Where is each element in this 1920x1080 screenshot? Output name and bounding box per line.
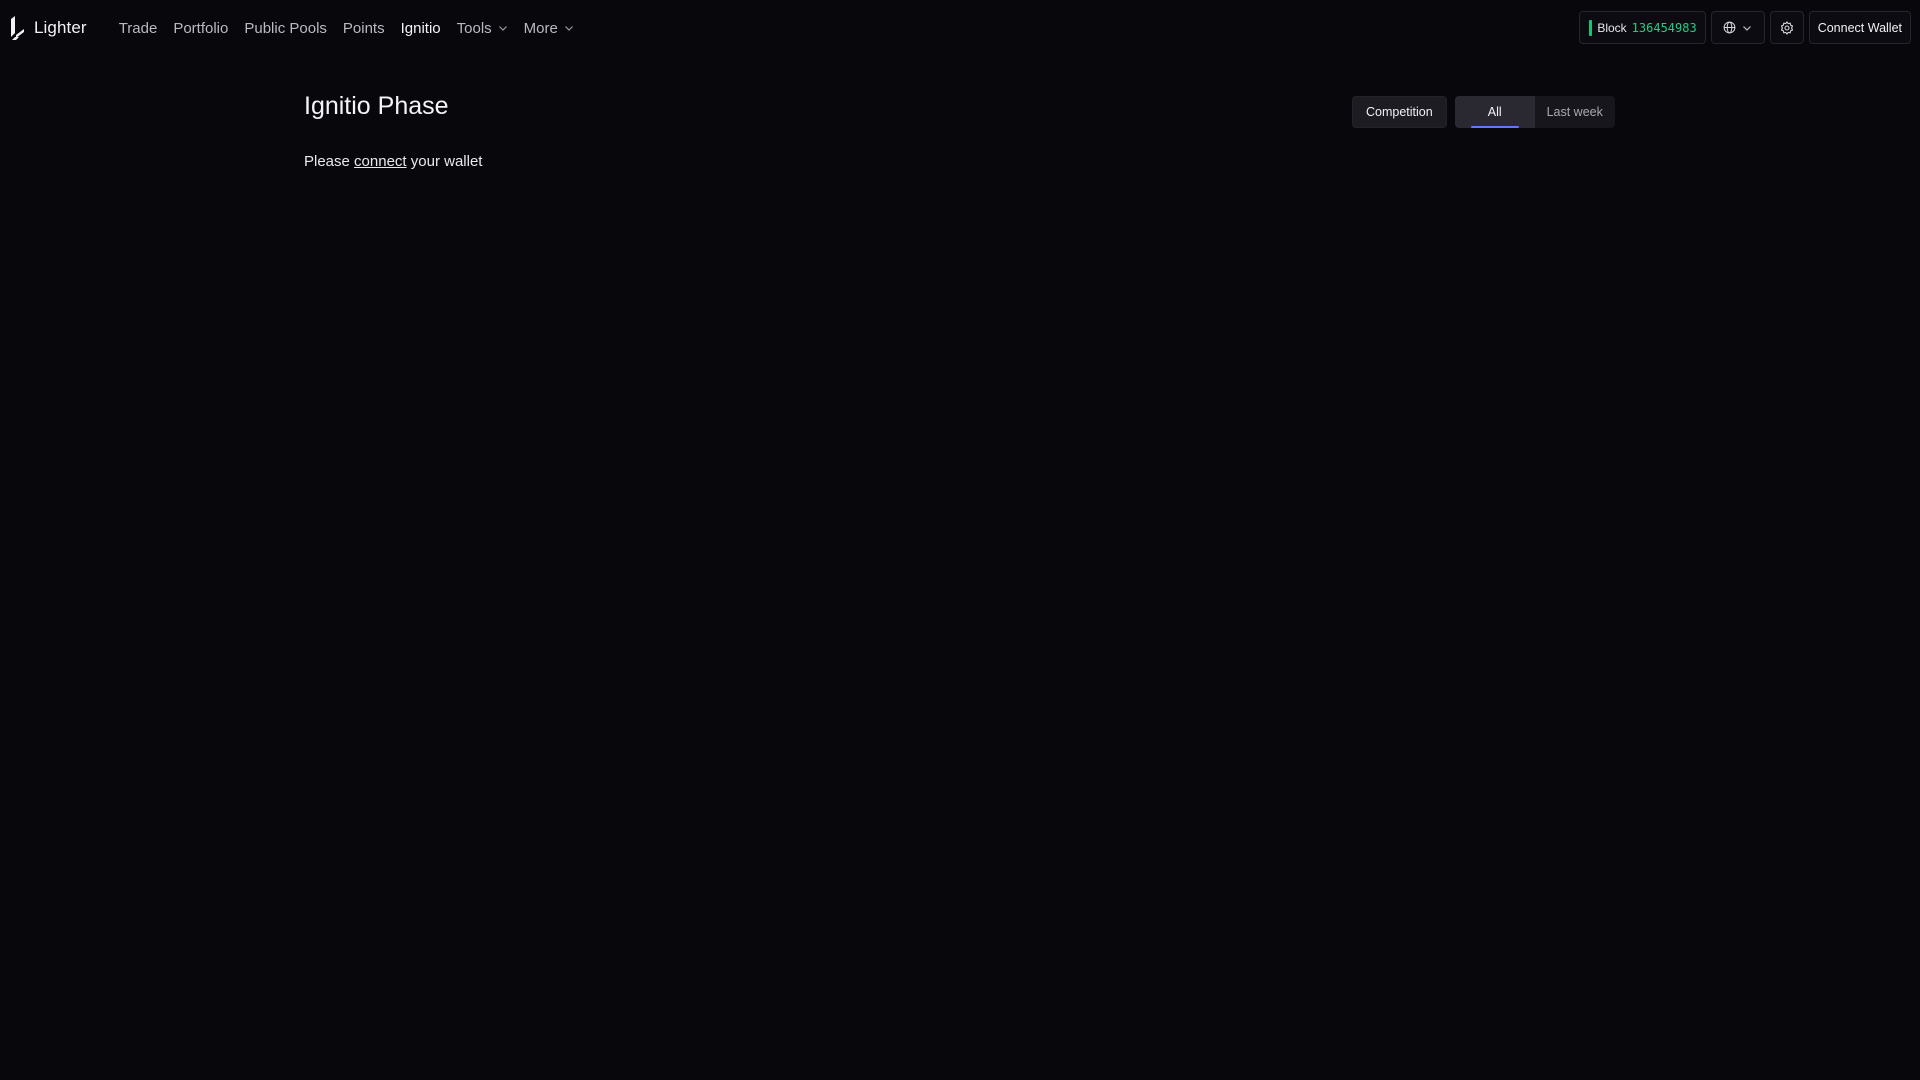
period-tabs: All Last week bbox=[1454, 96, 1615, 128]
nav-item-label: Trade bbox=[118, 19, 158, 37]
nav-item-portfolio[interactable]: Portfolio bbox=[165, 0, 236, 56]
app-logo[interactable]: Lighter bbox=[10, 0, 87, 56]
nav-item-trade[interactable]: Trade bbox=[111, 0, 166, 56]
connect-wallet-message: Please connect your wallet bbox=[304, 153, 482, 170]
nav-item-points[interactable]: Points bbox=[335, 0, 393, 56]
tab-last-week[interactable]: Last week bbox=[1535, 96, 1615, 128]
connect-wallet-button[interactable]: Connect Wallet bbox=[1808, 11, 1911, 44]
chevron-down-icon bbox=[498, 26, 507, 31]
lighter-logo-icon bbox=[11, 16, 24, 40]
globe-icon bbox=[1723, 21, 1736, 34]
block-status: Block 136454983 bbox=[1579, 11, 1706, 44]
nav-item-label: Points bbox=[342, 19, 385, 37]
competition-button[interactable]: Competition bbox=[1352, 96, 1447, 128]
page-title: Ignitio Phase bbox=[304, 92, 449, 120]
nav-item-ignitio[interactable]: Ignitio bbox=[393, 0, 449, 56]
block-label: Block bbox=[1597, 20, 1627, 35]
connect-link[interactable]: connect bbox=[354, 153, 407, 170]
nav-item-label: Ignitio bbox=[400, 19, 441, 37]
nav-item-label: Tools bbox=[456, 19, 492, 37]
block-status-indicator bbox=[1589, 19, 1593, 36]
tab-all[interactable]: All bbox=[1454, 96, 1535, 128]
chevron-down-icon bbox=[564, 26, 573, 31]
chevron-down-icon bbox=[1743, 25, 1752, 31]
nav-item-public-pools[interactable]: Public Pools bbox=[236, 0, 335, 56]
nav-item-more[interactable]: More bbox=[516, 0, 582, 56]
leaderboard-filters: Competition All Last week bbox=[1352, 96, 1615, 128]
nav-item-label: Public Pools bbox=[244, 19, 327, 37]
message-prefix: Please bbox=[304, 153, 350, 170]
nav-item-label: Portfolio bbox=[173, 19, 229, 37]
top-navigation-bar: Lighter Trade Portfolio Public Pools Poi… bbox=[0, 0, 1920, 56]
block-number: 136454983 bbox=[1631, 20, 1697, 35]
nav-item-label: More bbox=[523, 19, 558, 37]
settings-button[interactable] bbox=[1769, 11, 1804, 44]
header-controls: Block 136454983 Connect Wallet bbox=[1579, 11, 1911, 44]
message-suffix: your wallet bbox=[410, 153, 483, 170]
nav-item-tools[interactable]: Tools bbox=[449, 0, 516, 56]
settings-icon bbox=[1780, 20, 1793, 35]
language-button[interactable] bbox=[1710, 11, 1765, 44]
main-nav: Trade Portfolio Public Pools Points Igni… bbox=[111, 0, 582, 56]
app-name: Lighter bbox=[34, 18, 87, 37]
